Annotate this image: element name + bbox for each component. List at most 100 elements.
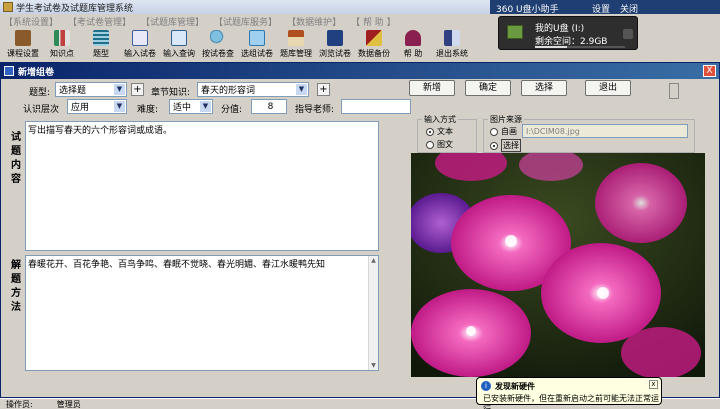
question-type-icon <box>93 30 109 46</box>
type-label: 题型: <box>29 88 51 98</box>
toolbar-help-button[interactable]: 帮 助 <box>394 28 432 60</box>
answer-scrollbar[interactable]: ▲ ▼ <box>368 256 378 370</box>
question-text: 写出描写春天的六个形容词或成语。 <box>28 126 173 136</box>
confirm-button[interactable]: 确定 <box>465 80 511 96</box>
level-select[interactable]: 应用 ▼ <box>67 99 127 114</box>
exit-icon <box>444 30 460 46</box>
radio-unchecked-icon <box>426 140 434 149</box>
toolbar-input-query-button[interactable]: 输入查询 <box>160 28 198 60</box>
select-button[interactable]: 选择 <box>521 80 567 96</box>
toolbar-course-settings-button[interactable]: 课程设置 <box>4 28 42 60</box>
notification-close-icon[interactable]: x <box>649 380 658 389</box>
compose-paper-icon <box>249 30 265 46</box>
toolbar-backup-button[interactable]: 数据备份 <box>355 28 393 60</box>
menu-paper-management[interactable]: 【考试卷管理】 <box>68 15 131 28</box>
browse-paper-icon <box>327 30 343 46</box>
input-mode-text-radio[interactable]: 文本 <box>426 126 453 137</box>
image-source-title: 图片来源 <box>488 114 524 125</box>
type-select-value: 选择题 <box>59 86 87 96</box>
toolbar-input-paper-button[interactable]: 输入试卷 <box>121 28 159 60</box>
app-title: 学生考试卷及试题库管理系统 <box>16 3 134 14</box>
toolbar-compose-paper-button[interactable]: 选组试卷 <box>238 28 276 60</box>
home-icon <box>288 30 304 46</box>
input-mode-title: 输入方式 <box>422 114 458 125</box>
info-icon: i <box>481 381 491 391</box>
image-source-select-radio[interactable]: 选择 <box>490 139 521 152</box>
input-paper-icon <box>132 30 148 46</box>
chevron-down-icon: ▼ <box>296 84 307 95</box>
difficulty-select[interactable]: 适中 ▼ <box>169 99 213 114</box>
notification-title: 发现新硬件 <box>495 382 535 391</box>
chapter-select[interactable]: 春天的形容词 ▼ <box>197 82 309 97</box>
question-image <box>411 153 705 377</box>
image-path-input[interactable]: I:\DCIM08.jpg <box>522 124 688 138</box>
scroll-up-icon[interactable]: ▲ <box>369 256 378 265</box>
type-select[interactable]: 选择题 ▼ <box>55 82 127 97</box>
teacher-input[interactable] <box>341 99 411 114</box>
dialog-title: 新增组卷 <box>18 67 55 78</box>
difficulty-label: 难度: <box>137 105 159 115</box>
toolbar-search-paper-button[interactable]: 按试卷查 <box>199 28 237 60</box>
usb-helper-title: 360 U盘小助手 <box>496 5 559 15</box>
close-link[interactable]: 关闭 <box>620 2 638 15</box>
radio-checked-icon <box>426 127 434 136</box>
radio-unchecked-icon <box>490 127 498 136</box>
menu-system-settings[interactable]: 【系统设置】 <box>4 15 58 28</box>
answer-text: 春暖花开、百花争艳、百鸟争鸣、春眠不觉晓、春光明媚、春江水暖鸭先知 <box>28 260 326 270</box>
chapter-label: 章节知识: <box>151 88 191 98</box>
input-query-icon <box>171 30 187 46</box>
operator-value: 管理员 <box>56 399 81 409</box>
eject-icon[interactable] <box>623 29 633 39</box>
help-icon <box>405 30 421 46</box>
answer-textarea[interactable]: 春暖花开、百花争艳、百鸟争鸣、春眠不觉晓、春光明媚、春江水暖鸭先知 ▲ ▼ <box>25 255 379 371</box>
backup-icon <box>366 30 382 46</box>
search-paper-icon <box>210 30 226 46</box>
flower-photo <box>411 153 705 377</box>
menu-data-maintenance[interactable]: 【数据维护】 <box>287 15 341 28</box>
usb-usage-fill <box>535 46 567 48</box>
new-hardware-notification[interactable]: i 发现新硬件 已安装新硬件，但在重新启动之前可能无法正常运行。 x <box>476 377 662 409</box>
usb-usage-bar <box>535 46 625 48</box>
toolbar-exit-button[interactable]: 退出系统 <box>433 28 471 60</box>
add-button[interactable]: 新增 <box>409 80 455 96</box>
chevron-down-icon: ▼ <box>114 101 125 112</box>
chapter-select-value: 春天的形容词 <box>201 86 256 96</box>
scroll-down-icon[interactable]: ▼ <box>369 361 378 370</box>
settings-link[interactable]: 设置 <box>592 2 610 15</box>
teacher-label: 指导老师: <box>295 105 335 115</box>
side-panel-toggle[interactable] <box>669 83 679 99</box>
toolbar-browse-paper-button[interactable]: 浏览试卷 <box>316 28 354 60</box>
toolbar-knowledge-button[interactable]: 知识点 <box>43 28 81 60</box>
input-mode-image-text-radio[interactable]: 图文 <box>426 139 453 150</box>
course-settings-icon <box>15 30 31 46</box>
level-select-value: 应用 <box>71 103 90 113</box>
knowledge-chart-icon <box>54 30 70 46</box>
add-chapter-button[interactable]: + <box>317 83 330 96</box>
chevron-down-icon: ▼ <box>114 84 125 95</box>
image-source-group: 图片来源 自画 选择 I:\DCIM08.jpg <box>483 114 695 153</box>
image-source-auto-radio[interactable]: 自画 <box>490 126 517 137</box>
menu-bar: 【系统设置】 【考试卷管理】 【试题库管理】 【试题库服务】 【数据维护】 【 … <box>0 14 480 28</box>
dialog-icon <box>4 66 14 76</box>
add-type-button[interactable]: + <box>131 83 144 96</box>
score-label: 分值: <box>221 105 243 115</box>
chevron-down-icon: ▼ <box>200 101 211 112</box>
difficulty-select-value: 适中 <box>173 103 192 113</box>
level-label: 认识层次 <box>23 105 60 115</box>
score-input[interactable]: 8 <box>251 99 287 114</box>
dialog-close-button[interactable]: X <box>703 65 716 77</box>
input-mode-group: 输入方式 文本 图文 <box>417 114 477 153</box>
question-side-label: 试题内容 <box>11 132 21 185</box>
usb-drive-icon <box>507 25 523 39</box>
toolbar-question-type-button[interactable]: 题型 <box>82 28 120 60</box>
dialog-title-bar: 新增组卷 <box>1 63 719 79</box>
question-textarea[interactable]: 写出描写春天的六个形容词或成语。 <box>25 121 379 251</box>
toolbar: 课程设置 知识点 题型 输入试卷 输入查询 按试卷查 选组试卷 题库管理 浏览试… <box>0 28 490 62</box>
menu-question-bank-management[interactable]: 【试题库管理】 <box>141 15 204 28</box>
menu-question-bank-service[interactable]: 【试题库服务】 <box>214 15 277 28</box>
menu-help[interactable]: 【 帮 助 】 <box>351 15 396 28</box>
exit-button[interactable]: 退出 <box>585 80 631 96</box>
usb-drive-panel[interactable]: 我的U盘 (I:) 剩余空间：2.9GB <box>498 16 638 50</box>
usb-drive-name: 我的U盘 (I:) <box>535 24 585 34</box>
toolbar-bank-management-button[interactable]: 题库管理 <box>277 28 315 60</box>
